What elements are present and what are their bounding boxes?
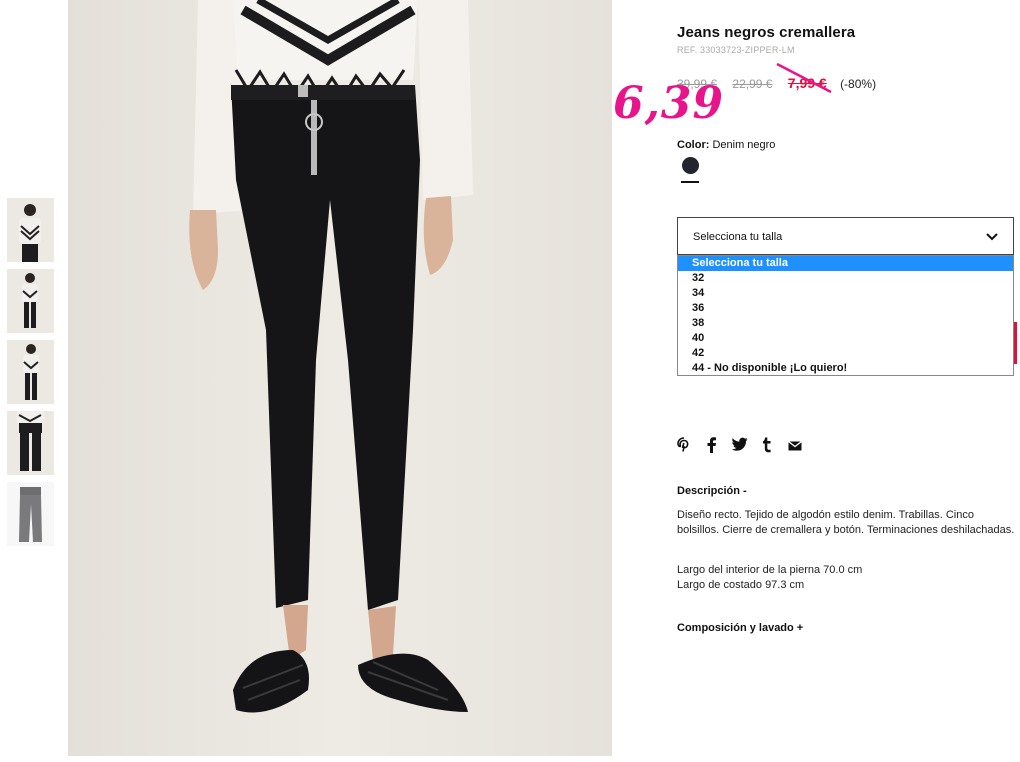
size-dropdown-list: Selecciona tu talla 32 34 36 38 40 42 44… [677, 255, 1014, 376]
handwritten-price: 6,39 [613, 78, 725, 129]
measurements: Largo del interior de la pierna 70.0 cm … [677, 563, 862, 593]
description-title[interactable]: Descripción - [677, 485, 747, 497]
thumbnail-1[interactable] [7, 198, 54, 262]
price-previous: 22,99 € [732, 77, 773, 91]
size-option-36[interactable]: 36 [678, 301, 1013, 316]
thumbnail-2[interactable] [7, 269, 54, 333]
size-option-44[interactable]: 44 - No disponible ¡Lo quiero! [678, 361, 1013, 376]
main-product-image[interactable] [68, 0, 612, 756]
chevron-down-icon [985, 230, 999, 249]
product-reference: REF. 33033723-ZIPPER-LM [677, 45, 795, 55]
thumbnail-5[interactable] [7, 482, 54, 546]
size-option-34[interactable]: 34 [678, 286, 1013, 301]
product-title: Jeans negros cremallera [677, 24, 856, 41]
color-swatch-denim-negro[interactable] [682, 157, 699, 174]
size-select-value: Selecciona tu talla [693, 231, 783, 243]
discount-badge: (-80%) [840, 77, 877, 91]
composition-toggle[interactable]: Composición y lavado + [677, 622, 803, 634]
thumbnail-3[interactable] [7, 340, 54, 404]
size-option-42[interactable]: 42 [678, 346, 1013, 361]
handwritten-strike-mark [776, 62, 832, 94]
color-label-key: Color: [677, 139, 710, 151]
size-option-38[interactable]: 38 [678, 316, 1013, 331]
size-option-placeholder[interactable]: Selecciona tu talla [678, 256, 1013, 271]
tumblr-icon[interactable] [762, 437, 772, 458]
description-text: Diseño recto. Tejido de algodón estilo d… [677, 509, 1015, 536]
size-select[interactable]: Selecciona tu talla [677, 217, 1014, 255]
color-label: Color: Denim negro [677, 139, 775, 151]
add-to-bag-button-edge[interactable] [1014, 322, 1017, 364]
facebook-icon[interactable] [707, 437, 717, 458]
size-option-32[interactable]: 32 [678, 271, 1013, 286]
color-value: Denim negro [712, 139, 776, 151]
twitter-icon[interactable] [731, 437, 748, 456]
email-icon[interactable] [788, 439, 802, 457]
swatch-selected-indicator [681, 181, 699, 183]
pinterest-icon[interactable] [677, 437, 691, 458]
size-option-40[interactable]: 40 [678, 331, 1013, 346]
thumbnail-4[interactable] [7, 411, 54, 475]
side-length-measure: Largo de costado 97.3 cm [677, 579, 805, 591]
inseam-measure: Largo del interior de la pierna 70.0 cm [677, 564, 863, 576]
